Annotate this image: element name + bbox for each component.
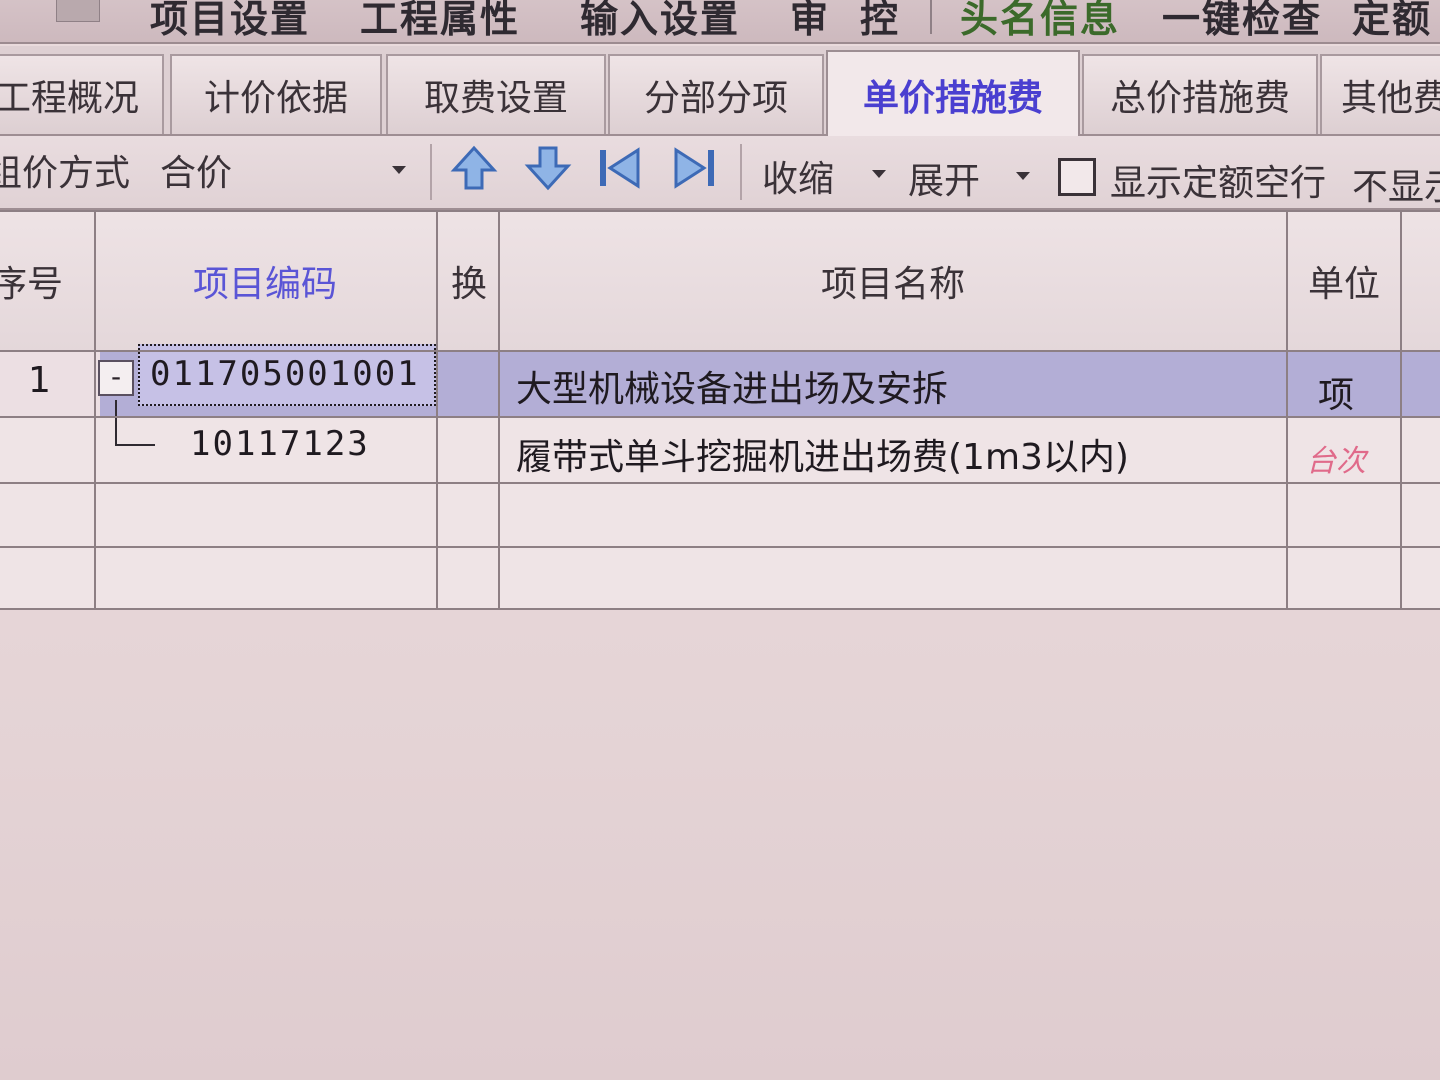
tab-fee-settings[interactable]: 取费设置 — [386, 54, 606, 134]
grid-line — [0, 350, 1440, 352]
menu-item-input-settings[interactable]: 输入设置 — [580, 0, 740, 43]
tab-sub-items[interactable]: 分部分项 — [608, 54, 824, 134]
row-unit: 项 — [1318, 375, 1355, 416]
grid-line — [0, 546, 1440, 548]
tab-pricing-basis[interactable]: 计价依据 — [170, 54, 382, 134]
row-unit: 台次 — [1306, 444, 1366, 479]
grid-line — [436, 210, 438, 610]
move-last-icon[interactable] — [668, 142, 720, 194]
tab-total-price-measures[interactable]: 总价措施费 — [1082, 54, 1318, 134]
expand-dropdown-icon[interactable] — [1016, 172, 1030, 180]
show-empty-quota-label: 显示定额空行 — [1110, 163, 1327, 204]
grid-line — [94, 210, 96, 610]
tab-bar: 工程概况 计价依据 取费设置 分部分项 单价措施费 总价措施费 其他费 — [0, 46, 1440, 138]
grid-line — [1400, 210, 1402, 610]
grid-line — [0, 608, 1440, 610]
pricing-method-select[interactable]: 合价 — [146, 140, 418, 200]
row-name: 履带式单斗挖掘机进出场费(1m3以内) — [516, 437, 1129, 478]
menu-bar: 项目设置 工程属性 输入设置 审 控 头名信息 一键检查 定额 — [0, 0, 1440, 44]
tree-connector — [115, 400, 117, 446]
collapse-tree-icon[interactable]: - — [98, 360, 134, 396]
grid-line — [0, 416, 1440, 418]
column-header-name[interactable]: 项目名称 — [500, 210, 1286, 352]
menu-separator — [930, 0, 932, 34]
chevron-down-icon — [392, 166, 406, 174]
column-header-more — [1402, 210, 1440, 352]
grid-line — [1286, 210, 1288, 610]
toolbar-separator — [740, 144, 742, 200]
menu-grip-icon — [56, 0, 100, 22]
tab-project-overview[interactable]: 工程概况 — [0, 54, 164, 134]
row-code: 011705001001 — [150, 354, 420, 394]
menu-item-control[interactable]: 控 — [860, 0, 900, 43]
tab-unit-price-measures[interactable]: 单价措施费 — [826, 50, 1080, 138]
code-cell-focused[interactable]: 011705001001 — [138, 344, 436, 406]
grid-line — [0, 210, 1440, 212]
expand-button[interactable]: 展开 — [908, 152, 980, 204]
hide-option[interactable]: 不显示 — [1352, 158, 1440, 210]
menu-item-project-settings[interactable]: 项目设置 — [150, 0, 310, 43]
data-grid: 序号 项目编码 换 项目名称 单位 1 - 011705001001 大型机械设… — [0, 210, 1440, 610]
app-window: 项目设置 工程属性 输入设置 审 控 头名信息 一键检查 定额 工程概况 计价依… — [0, 0, 1440, 1080]
grid-line — [498, 210, 500, 610]
grid-line — [0, 482, 1440, 484]
toolbar-separator — [430, 144, 432, 200]
toolbar: 组价方式 合价 收缩 展开 显示定额空行 不显示 — [0, 136, 1440, 210]
move-down-icon[interactable] — [522, 142, 574, 194]
empty-area — [0, 612, 1440, 1080]
column-header-code[interactable]: 项目编码 — [94, 210, 436, 352]
move-up-icon[interactable] — [448, 142, 500, 194]
menu-item-project-properties[interactable]: 工程属性 — [360, 0, 520, 43]
menu-item-review[interactable]: 审 — [790, 0, 830, 43]
column-header-seq[interactable]: 序号 — [0, 210, 94, 352]
column-header-unit[interactable]: 单位 — [1288, 210, 1400, 352]
pricing-method-value: 合价 — [160, 153, 233, 194]
tree-connector — [115, 444, 155, 446]
row-seq: 1 — [28, 360, 51, 401]
menu-item-quota[interactable]: 定额 — [1352, 0, 1432, 43]
row-code: 10117123 — [190, 424, 370, 464]
show-empty-quota-checkbox[interactable] — [1058, 158, 1096, 196]
menu-item-one-key-check[interactable]: 一键检查 — [1162, 0, 1322, 43]
collapse-dropdown-icon[interactable] — [872, 170, 886, 178]
row-name: 大型机械设备进出场及安拆 — [516, 369, 949, 410]
combo-label: 组价方式 — [0, 153, 131, 194]
column-header-swap[interactable]: 换 — [438, 210, 500, 352]
collapse-button[interactable]: 收缩 — [762, 150, 834, 202]
move-first-icon[interactable] — [594, 142, 646, 194]
menu-item-signer-info[interactable]: 头名信息 — [960, 0, 1120, 43]
tab-other-fees[interactable]: 其他费 — [1320, 54, 1440, 134]
